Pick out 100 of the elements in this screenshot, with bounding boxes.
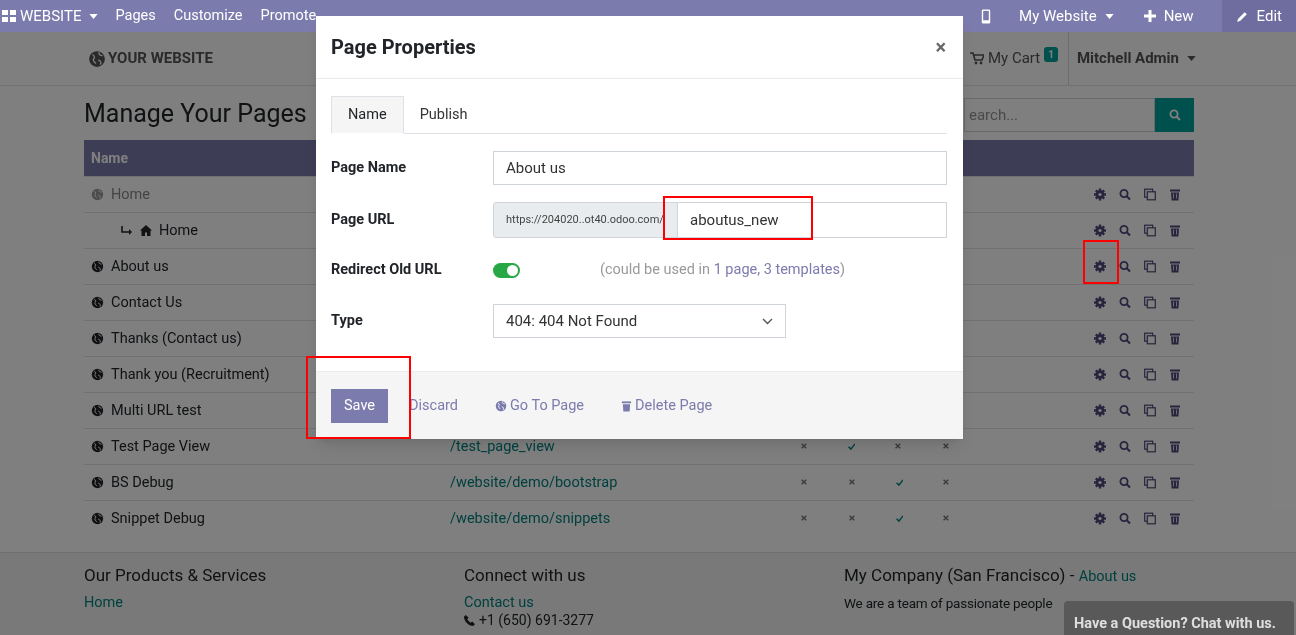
page-url-link[interactable]: /website/demo/bootstrap	[450, 473, 618, 491]
copy-icon[interactable]	[1144, 296, 1156, 309]
copy-icon[interactable]	[1144, 368, 1156, 381]
globe-icon	[91, 440, 104, 453]
copy-icon[interactable]	[1144, 440, 1156, 453]
tab[interactable]: Publish	[403, 96, 484, 133]
settings-icon[interactable]	[1094, 440, 1106, 453]
cart-link[interactable]: My Cart 1	[970, 32, 1069, 85]
search-button[interactable]	[1155, 98, 1194, 132]
trash-icon[interactable]	[1169, 512, 1181, 525]
usage-link[interactable]: 1 page, 3 templates	[713, 261, 841, 279]
type-select[interactable]: 404: 404 Not Found	[493, 304, 786, 338]
page-url-link[interactable]: /test_page_view	[450, 437, 555, 455]
close-button[interactable]: ×	[935, 32, 948, 62]
footer-text: We are a team of passionate people	[844, 593, 1053, 612]
copy-icon[interactable]	[1144, 512, 1156, 525]
search-icon[interactable]	[1119, 260, 1131, 273]
page-name[interactable]: Snippet Debug	[111, 507, 205, 530]
settings-icon[interactable]	[1094, 332, 1106, 345]
globe-icon	[495, 399, 507, 412]
search-icon[interactable]	[1119, 332, 1131, 345]
new-button[interactable]: New	[1143, 4, 1222, 28]
page-name[interactable]: About us	[111, 255, 169, 278]
cart-count-badge: 1	[1044, 47, 1058, 62]
page-name[interactable]: Contact Us	[111, 291, 183, 314]
menu-link[interactable]: Pages	[106, 5, 165, 27]
copy-icon[interactable]	[1144, 332, 1156, 345]
trash-icon[interactable]	[1169, 260, 1181, 273]
trash-icon[interactable]	[1169, 188, 1181, 201]
phone-icon	[464, 614, 475, 626]
field-label: Redirect Old URL	[331, 260, 443, 281]
globe-icon	[91, 476, 104, 489]
trash-icon[interactable]	[1169, 476, 1181, 489]
search-icon[interactable]	[1119, 296, 1131, 309]
url-prefix: https://204020..ot40.odoo.com/	[493, 202, 678, 238]
search-icon[interactable]	[1119, 512, 1131, 525]
save-button[interactable]: Save	[331, 388, 388, 423]
search-icon[interactable]	[1119, 368, 1131, 381]
page-name[interactable]: Multi URL test	[111, 399, 202, 422]
footer-link[interactable]: About us	[1078, 568, 1137, 585]
delete-page-link[interactable]: Delete Page	[621, 394, 713, 417]
page-name[interactable]: Home	[111, 183, 151, 206]
settings-icon[interactable]	[1094, 368, 1106, 381]
chat-button[interactable]: Have a Question? Chat with us.	[1064, 601, 1294, 635]
trash-icon[interactable]	[1169, 296, 1181, 309]
copy-icon[interactable]	[1144, 224, 1156, 237]
copy-icon[interactable]	[1144, 260, 1156, 273]
globe-icon	[91, 332, 104, 345]
field-label: Page Name	[331, 158, 408, 179]
page-name[interactable]: Home	[159, 219, 199, 242]
redirect-toggle[interactable]	[493, 262, 520, 278]
caret-icon	[1187, 56, 1196, 61]
edit-button[interactable]: Edit	[1221, 0, 1296, 32]
usage-note: (could be used in 1 page, 3 templates)	[600, 260, 846, 281]
app-menu[interactable]: WEBSITE	[0, 0, 107, 32]
settings-icon[interactable]	[1094, 296, 1106, 309]
search-icon[interactable]	[1119, 404, 1131, 417]
mobile-icon[interactable]	[981, 8, 992, 24]
pencil-icon	[1235, 9, 1249, 23]
go-to-page-link[interactable]: Go To Page	[495, 394, 585, 417]
page-name[interactable]: Thank you (Recruitment)	[111, 363, 270, 386]
search-icon[interactable]	[1119, 476, 1131, 489]
settings-icon[interactable]	[1094, 260, 1106, 273]
page-name[interactable]: Thanks (Contact us)	[111, 327, 242, 350]
page-name-field[interactable]: About us	[493, 151, 947, 185]
search-icon[interactable]	[1119, 440, 1131, 453]
settings-icon[interactable]	[1094, 404, 1106, 417]
trash-icon[interactable]	[1169, 404, 1181, 417]
footer-link[interactable]: Contact us	[464, 593, 844, 612]
column-header[interactable]: Name	[91, 147, 129, 169]
settings-icon[interactable]	[1094, 476, 1106, 489]
page-name[interactable]: Test Page View	[111, 435, 211, 458]
search-icon[interactable]	[1119, 188, 1131, 201]
menu-link[interactable]: Customize	[164, 5, 252, 27]
footer-heading: My Company (San Francisco) - About us	[844, 564, 1138, 587]
copy-icon[interactable]	[1144, 404, 1156, 417]
user-menu[interactable]: Mitchell Admin	[1068, 47, 1196, 70]
copy-icon[interactable]	[1144, 188, 1156, 201]
trash-icon[interactable]	[1169, 440, 1181, 453]
search-icon[interactable]	[1119, 224, 1131, 237]
home-icon	[140, 225, 152, 236]
page-name[interactable]: BS Debug	[111, 471, 174, 494]
trash-icon[interactable]	[1169, 224, 1181, 237]
copy-icon[interactable]	[1144, 476, 1156, 489]
apps-icon	[2, 9, 16, 23]
search-icon	[1168, 109, 1181, 121]
chevron-down-icon	[762, 317, 773, 325]
site-logo[interactable]: YOUR WEBSITE	[88, 47, 213, 70]
website-menu[interactable]: My Website	[1019, 4, 1144, 28]
settings-icon[interactable]	[1094, 188, 1106, 201]
page-url-link[interactable]: /website/demo/snippets	[450, 509, 611, 527]
footer-link[interactable]: Home	[84, 593, 464, 612]
trash-icon	[621, 399, 633, 412]
globe-icon	[91, 296, 104, 309]
settings-icon[interactable]	[1094, 224, 1106, 237]
trash-icon[interactable]	[1169, 368, 1181, 381]
field-label: Type	[331, 311, 364, 332]
settings-icon[interactable]	[1094, 512, 1106, 525]
tab[interactable]: Name	[331, 96, 404, 134]
trash-icon[interactable]	[1169, 332, 1181, 345]
